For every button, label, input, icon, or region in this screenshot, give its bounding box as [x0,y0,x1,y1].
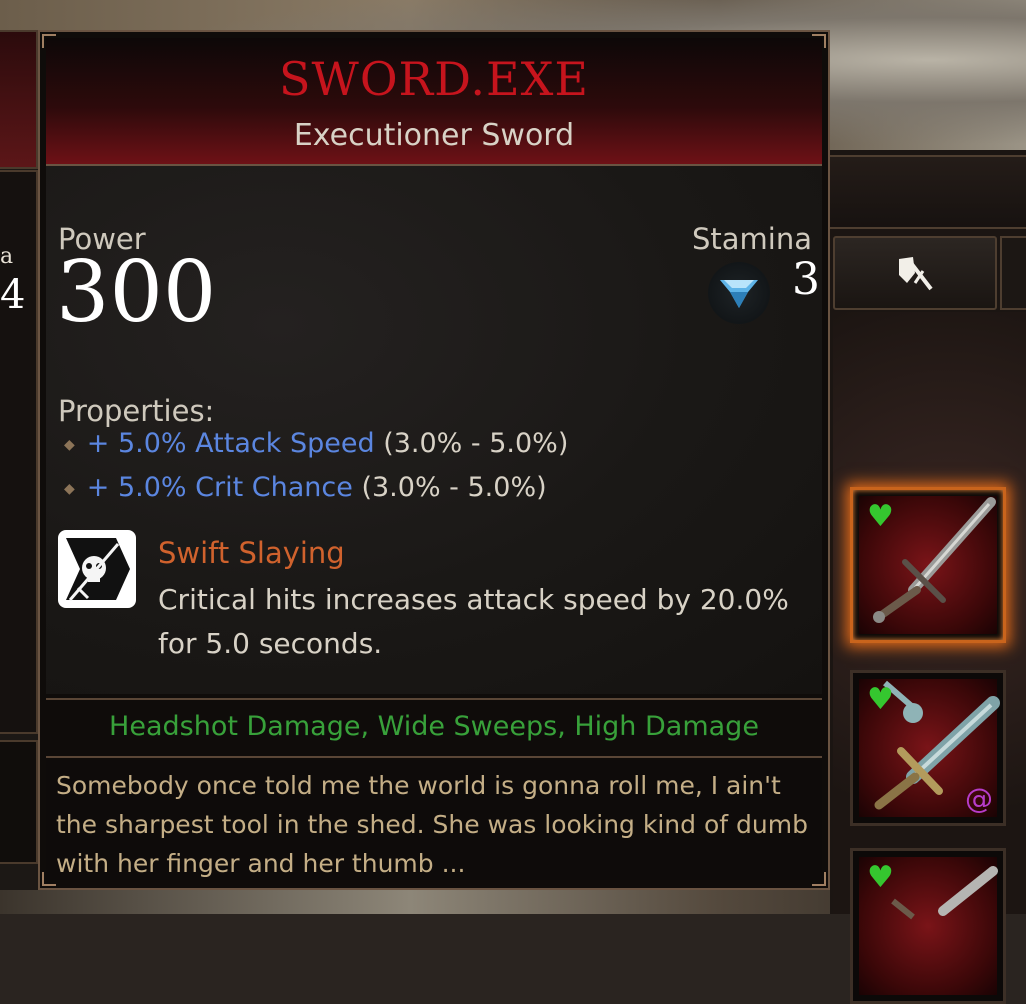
property-stat: + 5.0% Crit Chance [86,472,353,503]
perk-description: Critical hits increases attack speed by … [158,583,789,660]
power-value: 300 [56,243,217,341]
left-panel-value-fragment: 4 [0,272,26,318]
favorite-heart-icon: ♥ [867,499,894,534]
skull-sword-icon [58,530,136,608]
stamina-drop-icon [708,262,770,324]
item-tags: Headshot Damage, Wide Sweeps, High Damag… [46,698,822,758]
favorite-heart-icon: ♥ [867,682,894,717]
swirl-icon: @ [965,782,993,815]
property-row: ◆ + 5.0% Attack Speed (3.0% - 5.0%) [64,428,568,459]
sword-shield-icon [899,257,933,291]
bullet-diamond-icon: ◆ [64,436,75,453]
lore-box: Somebody once told me the world is gonna… [46,760,822,880]
item-name: SWORD.EXE [279,52,589,106]
bullet-diamond-icon: ◆ [64,480,75,497]
stamina-label: Stamina [691,222,812,256]
tab-next[interactable] [1000,236,1026,310]
inventory-slot-2[interactable]: ♥ @ [850,670,1006,826]
tab-weapons[interactable] [833,236,997,310]
inventory-slot-3[interactable]: ♥ [850,848,1006,1004]
left-panel-header [0,30,38,169]
tooltip-header: SWORD.EXE Executioner Sword [46,38,822,166]
item-type: Executioner Sword [293,118,575,153]
perk-name: Swift Slaying [158,536,345,570]
item-tooltip: SWORD.EXE Executioner Sword Power 300 St… [38,30,830,890]
property-stat: + 5.0% Attack Speed [86,428,375,459]
properties-label: Properties: [58,394,215,428]
property-range: (3.0% - 5.0%) [383,428,569,459]
left-panel-text-fragment: a [0,244,14,269]
tooltip-body: Power 300 Stamina 3 Properties: ◆ + 5.0% … [46,166,822,694]
inventory-slot-1[interactable]: ♥ [850,487,1006,643]
lore-text: Somebody once told me the world is gonna… [56,771,808,878]
inventory-top-bar [830,155,1026,229]
property-row: ◆ + 5.0% Crit Chance (3.0% - 5.0%) [64,472,547,503]
left-panel-footer [0,740,38,864]
favorite-heart-icon: ♥ [867,860,894,895]
property-range: (3.0% - 5.0%) [361,472,547,503]
stamina-value: 3 [792,254,820,305]
